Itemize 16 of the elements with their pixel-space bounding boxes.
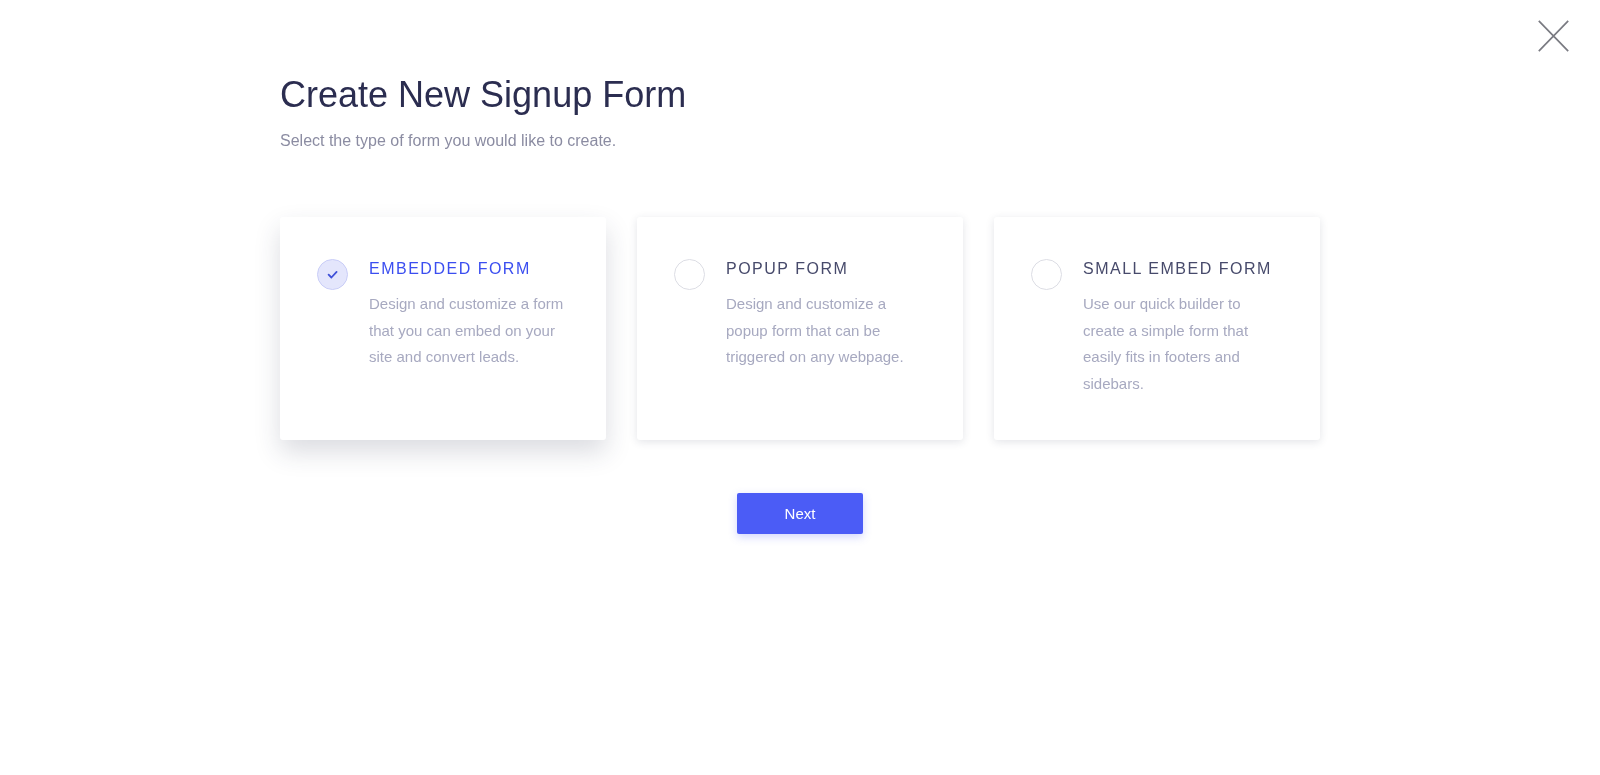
form-type-card[interactable]: POPUP FORM Design and customize a popup form that can be triggered on any webpage. (637, 217, 963, 440)
form-type-description: Design and customize a popup form that can be triggered on any webpage. (726, 294, 905, 368)
next-button[interactable]: Next (737, 493, 863, 534)
close-icon[interactable] (1538, 20, 1569, 52)
form-type-title: EMBEDDED FORM (369, 259, 531, 279)
dialog-title: Create New Signup Form (280, 74, 687, 116)
form-type-title: POPUP FORM (726, 259, 849, 279)
form-type-title: SMALL EMBED FORM (1083, 259, 1272, 279)
radio-icon[interactable] (674, 259, 705, 290)
form-type-description: Use our quick builder to create a simple form that easily fits in footers and sidebars. (1083, 294, 1250, 395)
dialog-subtitle: Select the type of form you would like to create. (280, 131, 617, 151)
form-type-description: Design and customize a form that you can embed on your site and convert leads. (369, 294, 565, 368)
radio-icon[interactable] (317, 259, 348, 290)
form-type-card[interactable]: SMALL EMBED FORM Use our quick builder to create a simple form that easily fits in footers and sidebars. (994, 217, 1320, 440)
form-type-card[interactable]: EMBEDDED FORM Design and customize a form that you can embed on your site and convert leads. (280, 217, 606, 440)
radio-icon[interactable] (1031, 259, 1062, 290)
